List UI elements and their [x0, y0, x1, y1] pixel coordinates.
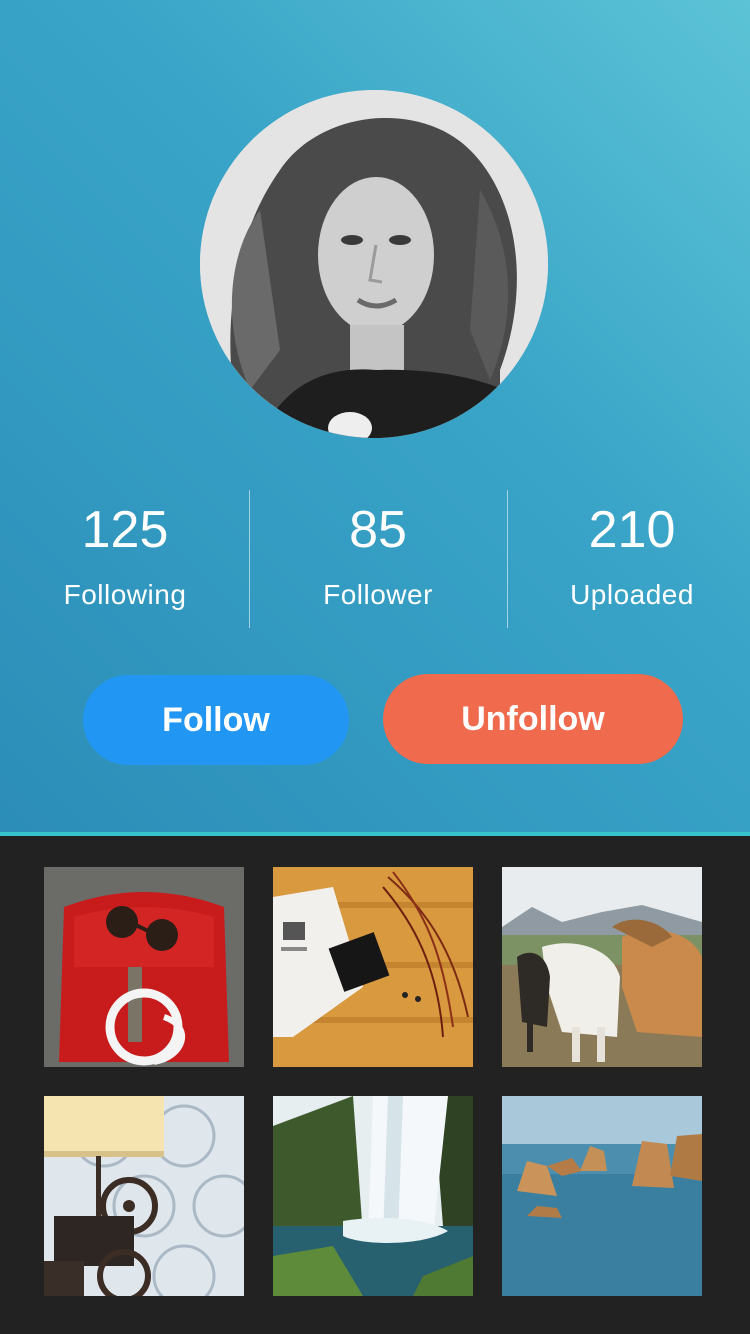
avatar[interactable]	[200, 90, 548, 438]
gallery-photo[interactable]	[273, 1096, 473, 1296]
uploaded-label: Uploaded	[570, 579, 694, 610]
projector-photo	[44, 1096, 244, 1296]
waterfall-photo	[273, 1096, 473, 1296]
unfollow-button[interactable]: Unfollow	[383, 674, 683, 764]
stat-follower[interactable]: 85 Follower	[249, 490, 507, 628]
photo-gallery	[0, 836, 750, 1334]
desk-photo	[273, 867, 473, 1067]
horses-photo	[502, 867, 702, 1067]
stat-uploaded[interactable]: 210 Uploaded	[507, 490, 750, 628]
follow-button[interactable]: Follow	[83, 675, 349, 765]
avatar-image	[200, 90, 548, 438]
gallery-photo[interactable]	[502, 867, 702, 1067]
following-label: Following	[63, 579, 187, 610]
gallery-photo[interactable]	[502, 1096, 702, 1296]
backpack-photo	[44, 867, 244, 1067]
profile-screen: 125 Following 85 Follower 210 Uploaded F…	[0, 0, 750, 1334]
profile-stats: 125 Following 85 Follower 210 Uploaded	[0, 490, 750, 628]
gallery-photo[interactable]	[44, 1096, 244, 1296]
profile-header: 125 Following 85 Follower 210 Uploaded F…	[0, 0, 750, 836]
gallery-photo[interactable]	[273, 867, 473, 1067]
sea-rocks-photo	[502, 1096, 702, 1296]
following-count: 125	[81, 501, 169, 559]
follower-count: 85	[349, 501, 407, 559]
gallery-photo[interactable]	[44, 867, 244, 1067]
stat-following[interactable]: 125 Following	[0, 490, 250, 628]
follower-label: Follower	[323, 579, 433, 610]
uploaded-count: 210	[588, 501, 676, 559]
